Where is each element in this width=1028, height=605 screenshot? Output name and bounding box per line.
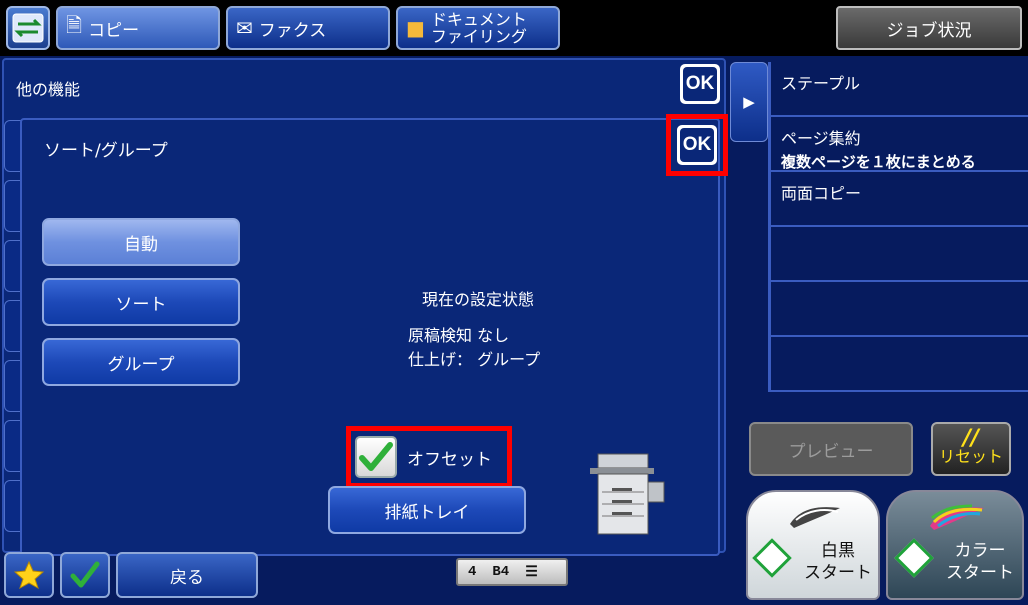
function-page-combine[interactable]: ページ集約 複数ページを１枚にまとめる bbox=[771, 117, 1028, 172]
folder-icon: ■ bbox=[406, 16, 425, 40]
paper-tray-number: 4 bbox=[468, 564, 477, 580]
offset-label: オフセット bbox=[407, 449, 492, 470]
function-empty[interactable] bbox=[771, 227, 1028, 282]
mode-auto-button[interactable]: 自動 bbox=[42, 218, 240, 266]
back-button[interactable]: 戻る bbox=[116, 552, 258, 598]
tab-document-filing-label: ドキュメント ファイリング bbox=[431, 11, 527, 45]
function-duplex[interactable]: 両面コピー bbox=[771, 172, 1028, 227]
outer-ok-label: OK bbox=[683, 67, 717, 101]
mode-sort-button[interactable]: ソート bbox=[42, 278, 240, 326]
tab-copy[interactable]: 🗎 コピー bbox=[56, 6, 220, 50]
paper-size: B4 bbox=[492, 564, 510, 580]
outer-title: 他の機能 bbox=[16, 80, 81, 99]
status-heading: 現在の設定状態 bbox=[422, 290, 535, 309]
function-label: 両面コピー bbox=[781, 184, 862, 203]
function-label: ステープル bbox=[781, 74, 861, 93]
color-start-button[interactable]: カラー スタート bbox=[886, 490, 1024, 600]
check-icon bbox=[359, 442, 393, 471]
sort-group-dialog: ソート/グループ OK 自動 ソート グループ 現在の設定状態 原稿検知 なし … bbox=[20, 114, 728, 556]
bw-start-line1: 白黒 bbox=[821, 541, 855, 561]
status-line-detection: 原稿検知 なし bbox=[408, 326, 510, 345]
tab-document-filing-line2: ファイリング bbox=[430, 27, 527, 46]
offset-highlight: オフセット bbox=[346, 426, 512, 488]
mode-group-button[interactable]: グループ bbox=[42, 338, 240, 386]
dialog-ok-label: OK bbox=[680, 128, 714, 162]
bw-start-button[interactable]: 白黒 スタート bbox=[746, 490, 880, 600]
tab-fax[interactable]: ✉ ファクス bbox=[226, 6, 390, 50]
outer-ok-button[interactable]: OK bbox=[680, 64, 720, 104]
check-settings-button[interactable] bbox=[60, 552, 110, 598]
check-icon bbox=[70, 561, 100, 588]
function-sub: 複数ページを１枚にまとめる bbox=[781, 153, 976, 171]
color-start-label: カラー スタート bbox=[938, 540, 1022, 584]
status-line-finish: 仕上げ： グループ bbox=[408, 350, 541, 369]
reset-button[interactable]: // リセット bbox=[931, 422, 1011, 476]
copy-icon: 🗎 bbox=[66, 13, 83, 37]
bw-start-line2: スタート bbox=[804, 563, 872, 583]
copier-icon bbox=[590, 453, 665, 535]
preview-button[interactable]: プレビュー bbox=[749, 422, 913, 476]
home-icon[interactable] bbox=[6, 6, 50, 50]
tab-fax-label: ファクス bbox=[258, 20, 327, 41]
dialog-ok-button[interactable]: OK bbox=[677, 125, 717, 165]
start-diamond-icon bbox=[894, 538, 934, 578]
paper-indicator: 4 B4 ☰ bbox=[456, 558, 568, 586]
bw-paper-icon bbox=[790, 507, 840, 528]
job-status-button[interactable]: ジョブ状況 bbox=[836, 6, 1022, 50]
dialog-ok-highlight: OK bbox=[666, 114, 728, 176]
function-staple[interactable]: ステープル bbox=[771, 62, 1028, 117]
dialog-title: ソート/グループ bbox=[44, 141, 168, 161]
fax-icon: ✉ bbox=[236, 16, 253, 40]
play-arrow-icon: ▶ bbox=[743, 93, 755, 111]
tab-document-filing[interactable]: ■ ドキュメント ファイリング bbox=[396, 6, 560, 50]
function-label: ページ集約 bbox=[781, 129, 861, 148]
tab-copy-label: コピー bbox=[88, 20, 140, 41]
start-diamond-icon bbox=[752, 538, 792, 578]
star-icon bbox=[14, 560, 44, 590]
color-start-line1: カラー bbox=[954, 541, 1006, 561]
function-list: ステープル ページ集約 複数ページを１枚にまとめる 両面コピー bbox=[768, 62, 1028, 392]
collapse-panel-button[interactable]: ▶ bbox=[730, 62, 768, 142]
output-tray-button[interactable]: 排紙トレイ bbox=[328, 486, 526, 534]
offset-checkbox[interactable] bbox=[355, 436, 397, 478]
function-empty[interactable] bbox=[771, 337, 1028, 392]
bw-start-label: 白黒 スタート bbox=[798, 540, 878, 584]
top-bar: 🗎 コピー ✉ ファクス ■ ドキュメント ファイリング ジョブ状況 bbox=[0, 0, 1028, 56]
color-paper-icon bbox=[930, 504, 984, 530]
function-empty[interactable] bbox=[771, 282, 1028, 337]
paper-stack-icon: ☰ bbox=[525, 564, 538, 581]
favorites-button[interactable] bbox=[4, 552, 54, 598]
color-start-line2: スタート bbox=[946, 563, 1014, 583]
reset-label: リセット bbox=[938, 447, 1003, 466]
reset-icon: // bbox=[962, 426, 980, 451]
